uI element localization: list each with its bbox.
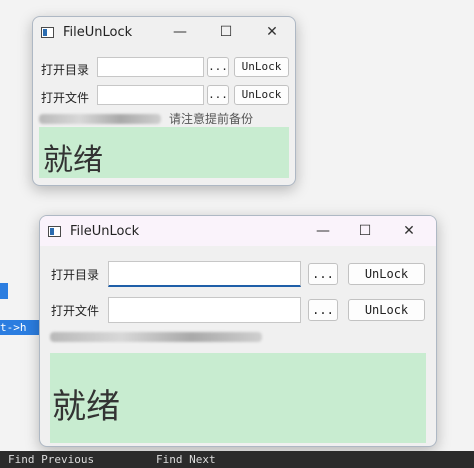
title-bar[interactable]: FileUnLock — ☐ ✕ xyxy=(33,17,295,49)
window-title: FileUnLock xyxy=(70,224,140,239)
browse-file-button[interactable]: ... xyxy=(308,299,338,321)
browse-file-button[interactable]: ... xyxy=(207,85,229,105)
open-file-label: 打开文件 xyxy=(41,91,90,105)
open-file-label: 打开文件 xyxy=(51,304,100,318)
unlock-dir-button[interactable]: UnLock xyxy=(348,263,425,285)
open-dir-label: 打开目录 xyxy=(51,268,100,282)
status-text: 就绪 xyxy=(43,143,103,178)
dir-path-input[interactable] xyxy=(97,57,204,77)
unlock-dir-button[interactable]: UnLock xyxy=(234,57,289,77)
status-panel: 就绪 xyxy=(39,127,289,178)
app-icon xyxy=(48,226,61,237)
editor-selection-marker xyxy=(0,283,8,299)
find-previous-button[interactable]: Find Previous xyxy=(8,453,94,466)
browse-dir-button[interactable]: ... xyxy=(207,57,229,77)
dir-path-input[interactable] xyxy=(108,261,301,287)
status-panel: 就绪 xyxy=(50,353,426,443)
backup-notice: 请注意提前备份 xyxy=(169,112,254,126)
find-bar: Find Previous Find Next xyxy=(0,451,474,468)
fileunlock-window-front[interactable]: FileUnLock — ☐ ✕ 打开目录 ... UnLock 打开文件 ..… xyxy=(39,215,437,447)
editor-code-fragment: t->h xyxy=(0,320,40,335)
open-dir-label: 打开目录 xyxy=(41,63,90,77)
close-icon[interactable]: ✕ xyxy=(249,21,295,45)
file-path-input[interactable] xyxy=(97,85,204,105)
maximize-icon[interactable]: ☐ xyxy=(203,21,249,45)
fileunlock-window-back[interactable]: FileUnLock — ☐ ✕ 打开目录 ... UnLock 打开文件 ..… xyxy=(32,16,296,186)
app-icon xyxy=(41,27,54,38)
blurred-path-text xyxy=(39,114,161,124)
browse-dir-button[interactable]: ... xyxy=(308,263,338,285)
unlock-file-button[interactable]: UnLock xyxy=(348,299,425,321)
minimize-icon[interactable]: — xyxy=(300,220,346,244)
maximize-icon[interactable]: ☐ xyxy=(342,220,388,244)
unlock-file-button[interactable]: UnLock xyxy=(234,85,289,105)
status-text: 就绪 xyxy=(52,387,120,427)
file-path-input[interactable] xyxy=(108,297,301,323)
window-title: FileUnLock xyxy=(63,25,133,40)
title-bar[interactable]: FileUnLock — ☐ ✕ xyxy=(40,216,436,246)
minimize-icon[interactable]: — xyxy=(157,21,203,45)
find-next-button[interactable]: Find Next xyxy=(156,453,216,466)
blurred-path-text xyxy=(50,332,262,342)
close-icon[interactable]: ✕ xyxy=(386,220,432,244)
